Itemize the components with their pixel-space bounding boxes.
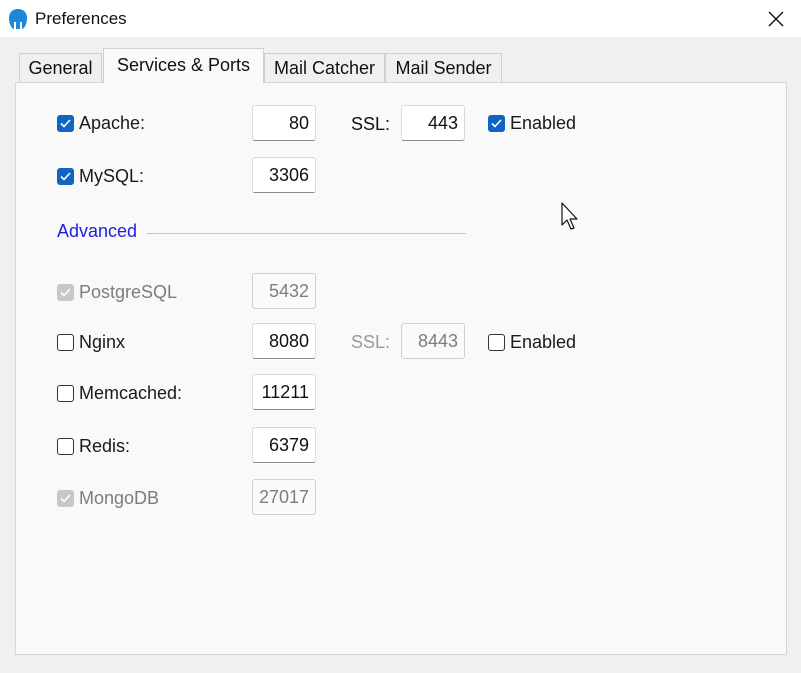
memcached-label: Memcached:	[79, 383, 183, 403]
nginx-ssl-port-input	[401, 323, 465, 359]
postgresql-port-input	[252, 273, 316, 309]
mongodb-port-input	[252, 479, 316, 515]
window-title: Preferences	[35, 9, 127, 28]
memcached-checkbox[interactable]: Memcached:	[57, 383, 182, 404]
checkbox-checked-icon	[488, 115, 505, 132]
mongodb-label: MongoDB	[79, 488, 160, 508]
memcached-port-input[interactable]	[252, 374, 316, 410]
nginx-label: Nginx	[79, 332, 126, 352]
checkbox-checked-icon	[57, 115, 74, 132]
redis-port-input[interactable]	[252, 427, 316, 463]
apache-label: Apache:	[79, 113, 146, 133]
postgresql-checkbox: PostgreSQL	[57, 282, 177, 303]
postgresql-label: PostgreSQL	[79, 282, 178, 302]
mysql-port-input[interactable]	[252, 157, 316, 193]
apache-port-input[interactable]	[252, 105, 316, 141]
checkbox-checked-disabled-icon	[57, 284, 74, 301]
close-icon	[768, 11, 784, 26]
advanced-heading: Advanced	[57, 221, 138, 241]
nginx-ssl-enabled-label: Enabled	[510, 332, 577, 352]
close-button[interactable]	[752, 0, 800, 37]
apache-ssl-port-input[interactable]	[401, 105, 465, 141]
tab-general[interactable]: General	[19, 53, 102, 82]
nginx-ssl-label: SSL:	[351, 332, 391, 352]
checkbox-unchecked-icon	[488, 334, 505, 351]
apache-checkbox[interactable]: Apache:	[57, 113, 145, 134]
apache-ssl-label: SSL:	[351, 114, 391, 134]
mongodb-checkbox: MongoDB	[57, 488, 159, 509]
tab-mail-catcher[interactable]: Mail Catcher	[264, 53, 385, 82]
mouse-pointer-icon	[561, 202, 578, 230]
app-logo-icon	[9, 9, 27, 29]
title-bar: Preferences	[0, 0, 801, 37]
nginx-port-input[interactable]	[252, 323, 316, 359]
preferences-window: Preferences General Services & Ports Mai…	[0, 0, 801, 673]
checkbox-checked-icon	[57, 168, 74, 185]
apache-ssl-enabled-label: Enabled	[510, 113, 577, 133]
checkbox-unchecked-icon	[57, 334, 74, 351]
nginx-ssl-enabled-checkbox[interactable]: Enabled	[488, 332, 576, 353]
checkbox-unchecked-icon	[57, 385, 74, 402]
redis-checkbox[interactable]: Redis:	[57, 436, 130, 457]
checkbox-checked-disabled-icon	[57, 490, 74, 507]
tab-mail-sender[interactable]: Mail Sender	[385, 53, 502, 82]
mysql-checkbox[interactable]: MySQL:	[57, 166, 144, 187]
mysql-label: MySQL:	[79, 166, 145, 186]
apache-ssl-enabled-checkbox[interactable]: Enabled	[488, 113, 576, 134]
nginx-checkbox[interactable]: Nginx	[57, 332, 125, 353]
tab-services-ports[interactable]: Services & Ports	[103, 48, 264, 83]
checkbox-unchecked-icon	[57, 438, 74, 455]
redis-label: Redis:	[79, 436, 131, 456]
advanced-divider	[147, 233, 466, 234]
